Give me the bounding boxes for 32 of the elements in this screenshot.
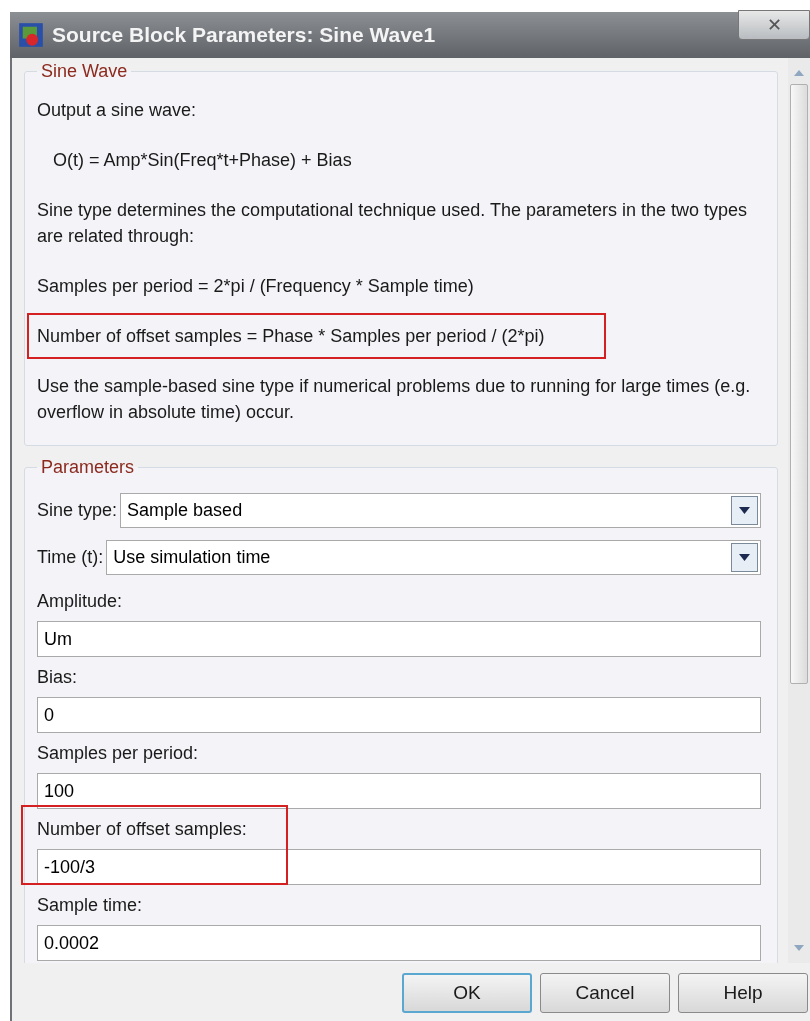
scroll-down-icon[interactable] bbox=[794, 945, 804, 951]
dropdown[interactable]: Sample based bbox=[120, 493, 761, 528]
input-field[interactable]: -100/3 bbox=[37, 849, 761, 885]
scroll-thumb[interactable] bbox=[790, 84, 808, 684]
field-label: Samples per period: bbox=[37, 742, 200, 765]
description-text: Sine type determines the computational technique used. The parameters in the two types are related through: bbox=[37, 199, 749, 248]
group-title: Sine Wave bbox=[40, 60, 129, 83]
close-button[interactable]: ✕ bbox=[738, 10, 810, 40]
scrollbar[interactable] bbox=[788, 58, 810, 963]
input-field[interactable]: 100 bbox=[37, 773, 761, 809]
field-label: Amplitude: bbox=[37, 590, 124, 613]
dialog-button[interactable]: OK bbox=[402, 973, 532, 1013]
description-text: Number of offset samples = Phase * Samples per period / (2*pi) bbox=[27, 313, 607, 359]
input-field[interactable]: 0 bbox=[37, 697, 761, 733]
scroll-up-icon[interactable] bbox=[794, 70, 804, 76]
description-text: O(t) = Amp*Sin(Freq*t+Phase) + Bias bbox=[52, 149, 353, 172]
description-text: Use the sample-based sine type if numerical problems due to running for large times (e.g. overflow in absolute time) occur. bbox=[37, 375, 752, 424]
description-text: Samples per period = 2*pi / (Frequency * Sample time) bbox=[37, 275, 475, 298]
field-label: Time (t): bbox=[37, 546, 104, 569]
window-title: Source Block Parameters: Sine Wave1 bbox=[52, 22, 436, 49]
dialog-button[interactable]: Help bbox=[678, 973, 808, 1013]
block-diagram-icon bbox=[18, 22, 44, 48]
dropdown[interactable]: Use simulation time bbox=[106, 540, 761, 575]
group-title: Parameters bbox=[40, 456, 136, 479]
field-label: Sine type: bbox=[37, 499, 118, 522]
field-label: Sample time: bbox=[37, 894, 144, 917]
field-label: Bias: bbox=[37, 666, 79, 689]
input-field[interactable]: 0.0002 bbox=[37, 925, 761, 961]
input-field[interactable]: Um bbox=[37, 621, 761, 657]
field-label: Number of offset samples: bbox=[37, 818, 248, 841]
description-text: Output a sine wave: bbox=[37, 99, 198, 122]
dialog-button[interactable]: Cancel bbox=[540, 973, 670, 1013]
